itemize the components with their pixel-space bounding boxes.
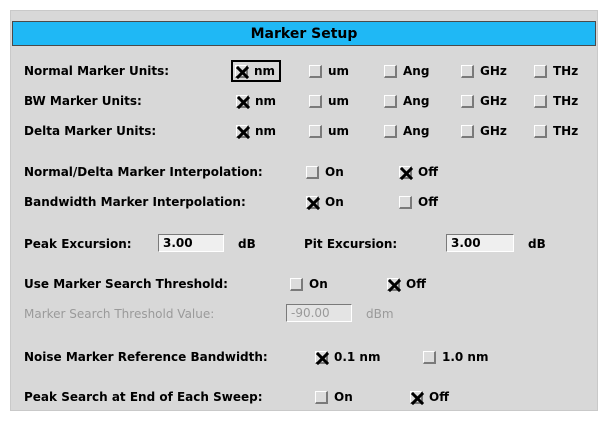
delta-units-option-nm[interactable]: nm: [236, 122, 276, 140]
checkbox-icon[interactable]: [290, 277, 303, 291]
checkbox-icon[interactable]: [461, 94, 474, 108]
pit-excursion-unit: dB: [528, 237, 546, 251]
normal-units-option-ang[interactable]: Ang: [384, 62, 429, 80]
noise-bw-label: Noise Marker Reference Bandwidth:: [24, 350, 268, 364]
bandwidth-interp-off[interactable]: Off: [399, 193, 438, 211]
delta-units-option-thz[interactable]: THz: [534, 122, 578, 140]
bandwidth-interp-label: Bandwidth Marker Interpolation:: [24, 195, 246, 209]
peak-search-end-label: Peak Search at End of Each Sweep:: [24, 390, 263, 404]
peak-search-end-off[interactable]: Off: [410, 388, 449, 406]
delta-marker-units-label: Delta Marker Units:: [24, 124, 157, 138]
checkbox-icon[interactable]: [387, 277, 401, 292]
noise-bw-option-1-0[interactable]: 1.0 nm: [423, 348, 488, 366]
threshold-value-unit: dBm: [366, 307, 394, 321]
bw-marker-units-label: BW Marker Units:: [24, 94, 142, 108]
delta-units-option-ang[interactable]: Ang: [384, 122, 429, 140]
peak-search-end-on[interactable]: On: [315, 388, 353, 406]
checkbox-icon[interactable]: [410, 390, 424, 405]
pit-excursion-label: Pit Excursion:: [304, 237, 398, 251]
normal-units-option-ghz[interactable]: GHz: [461, 62, 507, 80]
normal-units-option-um[interactable]: um: [309, 62, 349, 80]
checkbox-icon[interactable]: [235, 64, 249, 79]
bw-units-option-ang[interactable]: Ang: [384, 92, 429, 110]
checkbox-icon[interactable]: [306, 165, 319, 179]
checkbox-icon[interactable]: [384, 124, 397, 138]
checkbox-icon[interactable]: [461, 64, 474, 78]
checkbox-icon[interactable]: [236, 94, 250, 109]
peak-excursion-unit: dB: [238, 237, 256, 251]
normal-units-option-nm[interactable]: nm: [230, 60, 282, 82]
normal-delta-interp-off[interactable]: Off: [399, 163, 438, 181]
bw-units-option-um[interactable]: um: [309, 92, 349, 110]
delta-units-option-um[interactable]: um: [309, 122, 349, 140]
checkbox-icon[interactable]: [384, 94, 397, 108]
checkbox-icon[interactable]: [534, 64, 547, 78]
checkbox-icon[interactable]: [399, 195, 412, 209]
checkbox-icon[interactable]: [309, 124, 322, 138]
dialog-title: Marker Setup: [12, 21, 596, 46]
checkbox-icon[interactable]: [309, 94, 322, 108]
checkbox-icon[interactable]: [461, 124, 474, 138]
checkbox-icon[interactable]: [534, 94, 547, 108]
checkbox-icon[interactable]: [384, 64, 397, 78]
checkbox-icon[interactable]: [236, 124, 250, 139]
threshold-value-label: Marker Search Threshold Value:: [24, 307, 215, 321]
threshold-value-input: -90.00: [286, 304, 352, 322]
bandwidth-interp-on[interactable]: On: [306, 193, 344, 211]
pit-excursion-input[interactable]: 3.00: [446, 234, 514, 252]
normal-delta-interp-label: Normal/Delta Marker Interpolation:: [24, 165, 263, 179]
checkbox-icon[interactable]: [315, 390, 328, 404]
normal-marker-units-label: Normal Marker Units:: [24, 64, 170, 78]
use-threshold-on[interactable]: On: [290, 275, 328, 293]
checkbox-icon[interactable]: [315, 350, 329, 365]
delta-units-option-ghz[interactable]: GHz: [461, 122, 507, 140]
peak-excursion-input[interactable]: 3.00: [158, 234, 224, 252]
bw-units-option-nm[interactable]: nm: [236, 92, 276, 110]
use-threshold-label: Use Marker Search Threshold:: [24, 277, 228, 291]
use-threshold-off[interactable]: Off: [387, 275, 426, 293]
checkbox-icon[interactable]: [534, 124, 547, 138]
peak-excursion-label: Peak Excursion:: [24, 237, 132, 251]
normal-delta-interp-on[interactable]: On: [306, 163, 344, 181]
normal-units-option-thz[interactable]: THz: [534, 62, 578, 80]
bw-units-option-ghz[interactable]: GHz: [461, 92, 507, 110]
checkbox-icon[interactable]: [309, 64, 322, 78]
bw-units-option-thz[interactable]: THz: [534, 92, 578, 110]
noise-bw-option-0-1[interactable]: 0.1 nm: [315, 348, 380, 366]
checkbox-icon[interactable]: [306, 195, 320, 210]
checkbox-icon[interactable]: [423, 350, 436, 364]
checkbox-icon[interactable]: [399, 165, 413, 180]
